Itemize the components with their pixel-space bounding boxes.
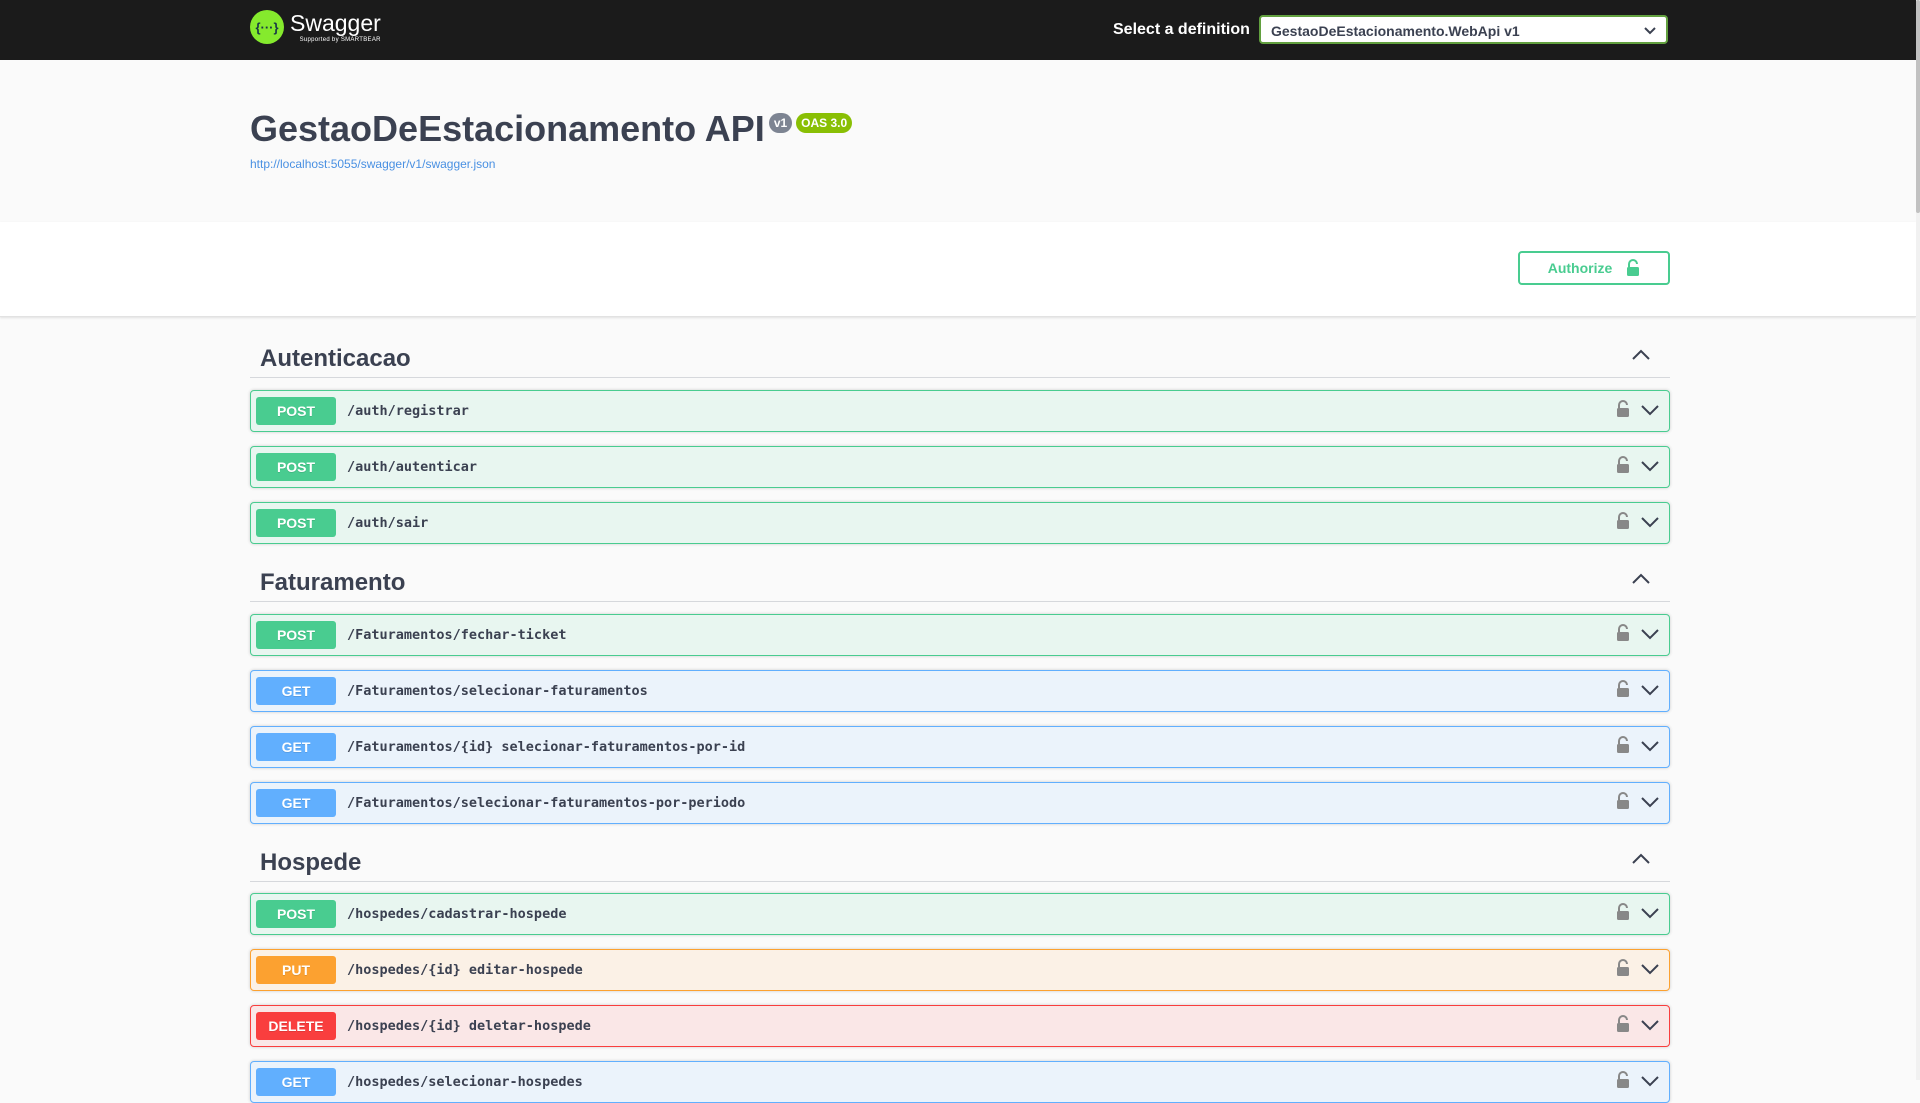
chevron-down-icon[interactable] bbox=[1641, 740, 1659, 752]
method-badge: POST bbox=[256, 397, 336, 425]
chevron-down-icon[interactable] bbox=[1641, 404, 1659, 416]
operation-row[interactable]: GET /Faturamentos/selecionar-faturamento… bbox=[250, 782, 1670, 824]
lock-icon[interactable] bbox=[1616, 680, 1630, 698]
chevron-up-icon[interactable] bbox=[1632, 349, 1650, 361]
operation-path: /auth/registrar bbox=[347, 403, 469, 419]
version-badge: v1 bbox=[768, 113, 793, 133]
definition-select[interactable]: GestaoDeEstacionamento.WebApi v1 bbox=[1259, 15, 1668, 44]
operation-row[interactable]: POST /auth/registrar bbox=[250, 390, 1670, 432]
operation-row[interactable]: POST /hospedes/cadastrar-hospede bbox=[250, 893, 1670, 935]
section-title: Faturamento bbox=[260, 569, 406, 596]
api-title-row: GestaoDeEstacionamento API v1 OAS 3.0 bbox=[250, 108, 853, 150]
page-scrollbar[interactable] bbox=[1916, 0, 1920, 1080]
chevron-down-icon bbox=[1644, 27, 1656, 35]
chevron-down-icon[interactable] bbox=[1641, 628, 1659, 640]
lock-icon[interactable] bbox=[1616, 903, 1630, 921]
section-title: Autenticacao bbox=[260, 345, 411, 372]
operation-path: /hospedes/selecionar-hospedes bbox=[347, 1074, 583, 1090]
definition-select-value: GestaoDeEstacionamento.WebApi v1 bbox=[1271, 23, 1520, 39]
lock-icon[interactable] bbox=[1616, 1071, 1630, 1089]
operation-row[interactable]: GET /Faturamentos/selecionar-faturamento… bbox=[250, 670, 1670, 712]
operation-row[interactable]: POST /auth/autenticar bbox=[250, 446, 1670, 488]
method-badge: GET bbox=[256, 677, 336, 705]
operation-path: /Faturamentos/{id} selecionar-faturament… bbox=[347, 739, 746, 755]
lock-icon[interactable] bbox=[1616, 1015, 1630, 1033]
method-badge: POST bbox=[256, 621, 336, 649]
chevron-up-icon[interactable] bbox=[1632, 573, 1650, 585]
chevron-down-icon[interactable] bbox=[1641, 1019, 1659, 1031]
lock-icon[interactable] bbox=[1616, 456, 1630, 474]
lock-icon[interactable] bbox=[1616, 512, 1630, 530]
section-header-autenticacao[interactable]: Autenticacao bbox=[250, 341, 1670, 378]
operation-path: /hospedes/{id} editar-hospede bbox=[347, 962, 583, 978]
operation-row[interactable]: POST /auth/sair bbox=[250, 502, 1670, 544]
scrollbar-thumb[interactable] bbox=[1916, 0, 1920, 213]
chevron-down-icon[interactable] bbox=[1641, 1075, 1659, 1087]
lock-icon[interactable] bbox=[1616, 736, 1630, 754]
method-badge: POST bbox=[256, 900, 336, 928]
chevron-down-icon[interactable] bbox=[1641, 516, 1659, 528]
chevron-down-icon[interactable] bbox=[1641, 684, 1659, 696]
operation-path: /Faturamentos/selecionar-faturamentos bbox=[347, 683, 648, 699]
operation-path: /Faturamentos/fechar-ticket bbox=[347, 627, 567, 643]
operation-row[interactable]: GET /hospedes/selecionar-hospedes bbox=[250, 1061, 1670, 1103]
method-badge: GET bbox=[256, 733, 336, 761]
swagger-logo-icon: {···} bbox=[250, 10, 284, 44]
topbar: {···} Swagger Supported by SMARTBEAR Sel… bbox=[0, 0, 1916, 60]
method-badge: DELETE bbox=[256, 1012, 336, 1040]
swagger-logo[interactable]: {···} Swagger Supported by SMARTBEAR bbox=[250, 10, 381, 44]
operation-path: /hospedes/{id} deletar-hospede bbox=[347, 1018, 591, 1034]
operation-row[interactable]: DELETE /hospedes/{id} deletar-hospede bbox=[250, 1005, 1670, 1047]
logo-name: Swagger bbox=[290, 9, 381, 36]
lock-open-icon bbox=[1627, 259, 1640, 276]
logo-text: Swagger Supported by SMARTBEAR bbox=[290, 9, 381, 43]
operation-path: /auth/sair bbox=[347, 515, 429, 531]
chevron-down-icon[interactable] bbox=[1641, 963, 1659, 975]
authorize-button[interactable]: Authorize bbox=[1518, 251, 1670, 285]
api-title: GestaoDeEstacionamento API bbox=[250, 108, 765, 149]
logo-sub: Supported by SMARTBEAR bbox=[299, 36, 381, 43]
method-badge: POST bbox=[256, 509, 336, 537]
operation-path: /auth/autenticar bbox=[347, 459, 478, 475]
operation-path: /hospedes/cadastrar-hospede bbox=[347, 906, 567, 922]
lock-icon[interactable] bbox=[1616, 624, 1630, 642]
authorize-label: Authorize bbox=[1547, 260, 1613, 276]
spec-url-link[interactable]: http://localhost:5055/swagger/v1/swagger… bbox=[250, 157, 495, 171]
lock-icon[interactable] bbox=[1616, 400, 1630, 418]
section-title: Hospede bbox=[260, 849, 362, 876]
method-badge: GET bbox=[256, 1068, 336, 1096]
operation-path: /Faturamentos/selecionar-faturamentos-po… bbox=[347, 795, 746, 811]
method-badge: PUT bbox=[256, 956, 336, 984]
oas-badge: OAS 3.0 bbox=[796, 113, 853, 133]
operation-row[interactable]: GET /Faturamentos/{id} selecionar-fatura… bbox=[250, 726, 1670, 768]
operation-row[interactable]: PUT /hospedes/{id} editar-hospede bbox=[250, 949, 1670, 991]
chevron-down-icon[interactable] bbox=[1641, 460, 1659, 472]
section-header-hospede[interactable]: Hospede bbox=[250, 845, 1670, 882]
lock-icon[interactable] bbox=[1616, 792, 1630, 810]
operation-row[interactable]: POST /Faturamentos/fechar-ticket bbox=[250, 614, 1670, 656]
chevron-down-icon[interactable] bbox=[1641, 796, 1659, 808]
section-header-faturamento[interactable]: Faturamento bbox=[250, 565, 1670, 602]
method-badge: POST bbox=[256, 453, 336, 481]
method-badge: GET bbox=[256, 789, 336, 817]
lock-icon[interactable] bbox=[1616, 959, 1630, 977]
chevron-up-icon[interactable] bbox=[1632, 853, 1650, 865]
chevron-down-icon[interactable] bbox=[1641, 907, 1659, 919]
select-definition-label: Select a definition bbox=[1113, 21, 1250, 38]
